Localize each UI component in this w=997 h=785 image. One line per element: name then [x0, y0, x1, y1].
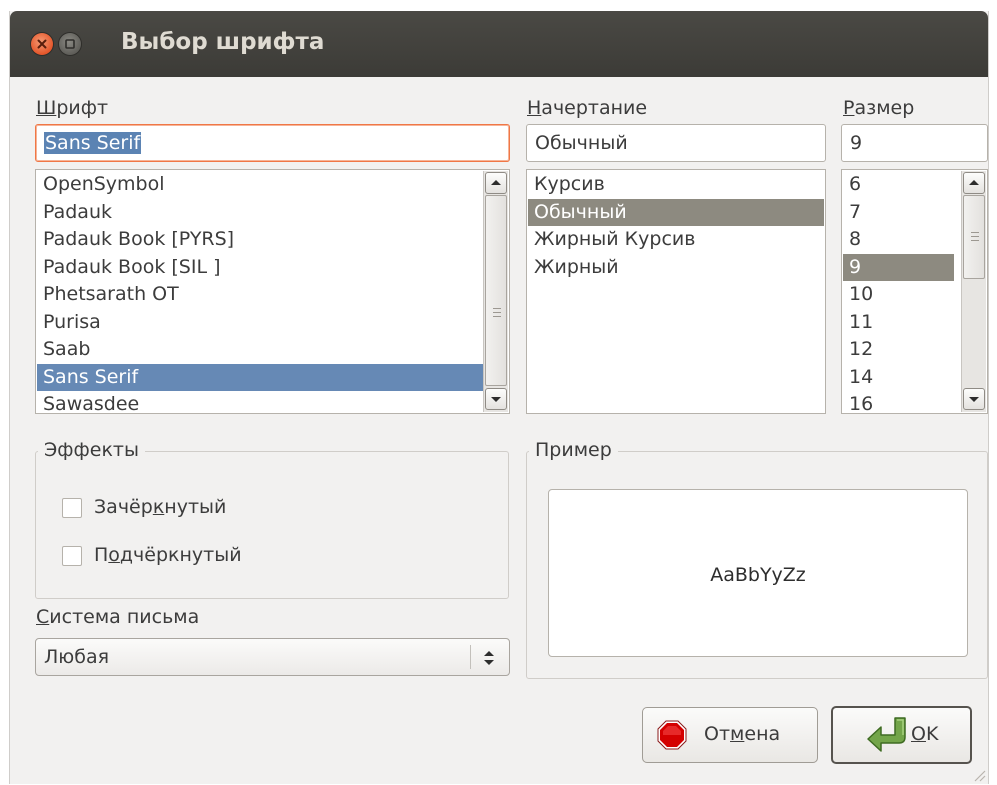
size-list-scrollbar[interactable] [961, 171, 986, 412]
style-list-item[interactable]: Жирный Курсив [528, 226, 824, 253]
scroll-thumb[interactable] [963, 195, 985, 279]
scroll-thumb[interactable] [485, 195, 507, 386]
size-list-item[interactable]: 12 [843, 336, 954, 363]
font-list-item[interactable]: Padauk Book [SIL ] [37, 254, 483, 281]
cancel-button-label: Отмена [704, 723, 781, 745]
size-input[interactable]: 9 [841, 124, 988, 162]
size-label: Размер [843, 97, 915, 119]
size-list-item[interactable]: 9 [843, 253, 954, 281]
title-bar: Выбор шрифта [10, 11, 988, 77]
style-list-item[interactable]: Обычный [528, 198, 824, 226]
style-list[interactable]: Курсив Обычный Жирный Курсив Жирный [526, 169, 826, 414]
font-list-item[interactable]: Saab [37, 336, 483, 363]
strikeout-label[interactable]: Зачёркнутый [94, 496, 226, 518]
font-list[interactable]: OpenSymbol Padauk Padauk Book [PYRS] Padauk… [35, 169, 510, 414]
ok-button[interactable]: OK [831, 706, 972, 764]
sample-text: AaBbYyZz [710, 564, 806, 586]
font-label: Шрифт [36, 97, 109, 119]
size-list-item[interactable]: 14 [843, 364, 954, 391]
scroll-up-icon[interactable] [485, 172, 507, 194]
font-list-item[interactable]: OpenSymbol [37, 171, 483, 198]
strikeout-checkbox[interactable] [62, 498, 82, 518]
stop-icon [657, 720, 687, 750]
style-list-item[interactable]: Жирный [528, 254, 824, 281]
effects-group [35, 451, 509, 599]
scroll-up-icon[interactable] [963, 172, 985, 194]
writing-system-combo[interactable]: Любая [35, 638, 510, 676]
effects-title: Эффекты [38, 439, 145, 461]
font-list-item[interactable]: Padauk [37, 199, 483, 226]
underline-label[interactable]: Подчёркнутый [94, 544, 242, 566]
writing-system-label: Система письма [36, 606, 200, 628]
scroll-down-icon[interactable] [485, 388, 507, 410]
scroll-down-icon[interactable] [963, 388, 985, 410]
font-name-input[interactable]: Sans Serif [35, 124, 510, 162]
font-list-item[interactable]: Sans Serif [37, 363, 483, 391]
underline-checkbox[interactable] [62, 546, 82, 566]
font-list-scrollbar[interactable] [483, 171, 508, 412]
font-list-item[interactable]: Purisa [37, 309, 483, 336]
font-name-input-value: Sans Serif [44, 132, 142, 154]
minimize-icon[interactable] [59, 33, 81, 55]
close-icon[interactable] [31, 33, 53, 55]
cancel-button[interactable]: Отмена [642, 707, 818, 763]
resize-grip-icon[interactable] [972, 768, 986, 782]
style-list-item[interactable]: Курсив [528, 171, 824, 198]
style-input[interactable]: Обычный [526, 124, 826, 162]
size-list-item[interactable]: 6 [843, 171, 954, 198]
size-list-item[interactable]: 7 [843, 199, 954, 226]
font-list-item[interactable]: Phetsarath OT [37, 281, 483, 308]
ok-button-label: OK [911, 723, 939, 745]
updown-arrows-icon [484, 651, 494, 665]
writing-system-value: Любая [44, 646, 110, 668]
sample-title: Пример [529, 439, 618, 461]
font-list-item[interactable]: Padauk Book [PYRS] [37, 226, 483, 253]
return-arrow-icon [867, 717, 906, 752]
font-list-item[interactable]: Sawasdee [37, 391, 483, 413]
sample-preview: AaBbYyZz [548, 489, 968, 657]
size-list-item[interactable]: 16 [843, 391, 954, 413]
size-list-item[interactable]: 10 [843, 281, 954, 308]
size-list-item[interactable]: 8 [843, 226, 954, 253]
font-dialog: Выбор шрифта Шрифт Sans Serif OpenSymbol… [9, 11, 989, 784]
size-list-item[interactable]: 11 [843, 309, 954, 336]
style-label: Начертание [527, 97, 648, 119]
size-list[interactable]: 6 7 8 9 10 11 12 14 16 [841, 169, 988, 414]
window-title: Выбор шрифта [121, 29, 325, 55]
